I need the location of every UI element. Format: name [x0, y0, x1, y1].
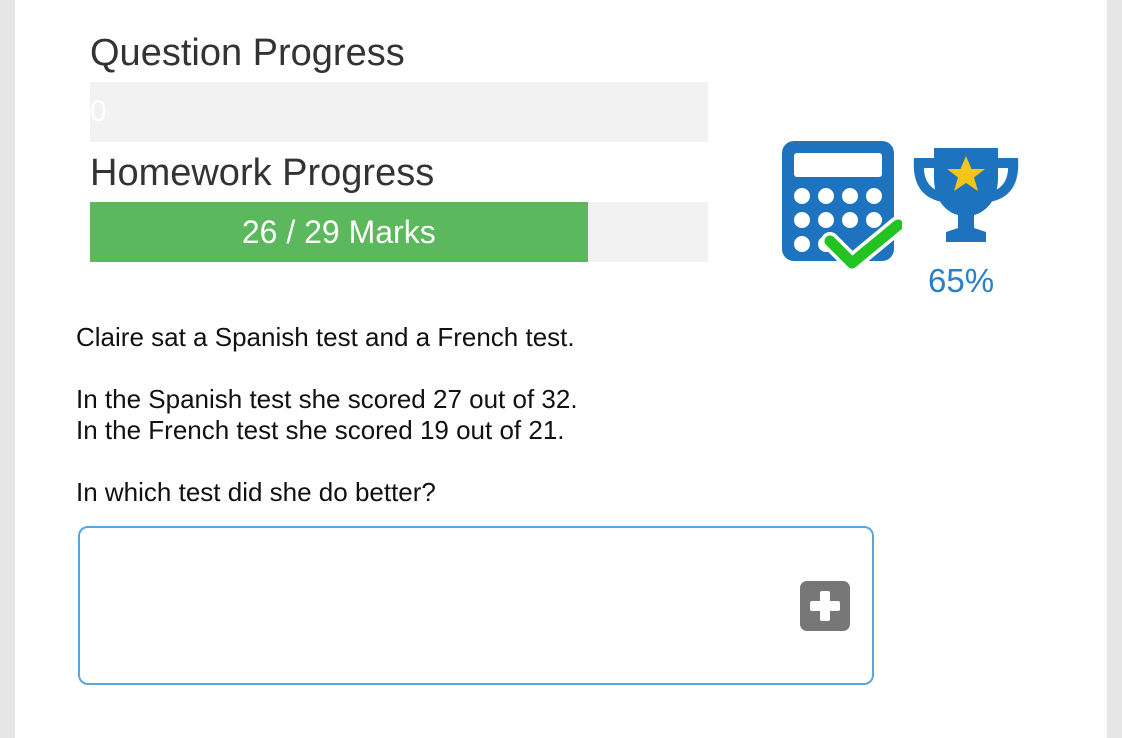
plus-icon[interactable]: [800, 581, 850, 631]
score-percentage: 65%: [928, 262, 995, 299]
question-progress-value: 0: [90, 95, 107, 128]
question-progress-bar: 0: [90, 82, 708, 142]
question-text: Claire sat a Spanish test and a French t…: [76, 322, 578, 509]
homework-progress-label: Homework Progress: [90, 152, 435, 194]
question-line: In the French test she scored 19 out of …: [76, 415, 565, 446]
question-line: Claire sat a Spanish test and a French t…: [76, 322, 575, 352]
homework-progress-bar: 26 / 29 Marks: [90, 202, 708, 262]
question-prompt: In which test did she do better?: [76, 477, 436, 508]
question-progress-label: Question Progress: [90, 32, 405, 74]
calculator-allowed-icon[interactable]: [782, 141, 902, 271]
trophy-icon[interactable]: [908, 138, 1024, 248]
homework-progress-text: 26 / 29 Marks: [241, 213, 436, 250]
homework-progress-fill: 26 / 29 Marks: [90, 202, 588, 262]
question-line: In the Spanish test she scored 27 out of…: [76, 383, 578, 414]
answer-input[interactable]: [78, 526, 874, 685]
